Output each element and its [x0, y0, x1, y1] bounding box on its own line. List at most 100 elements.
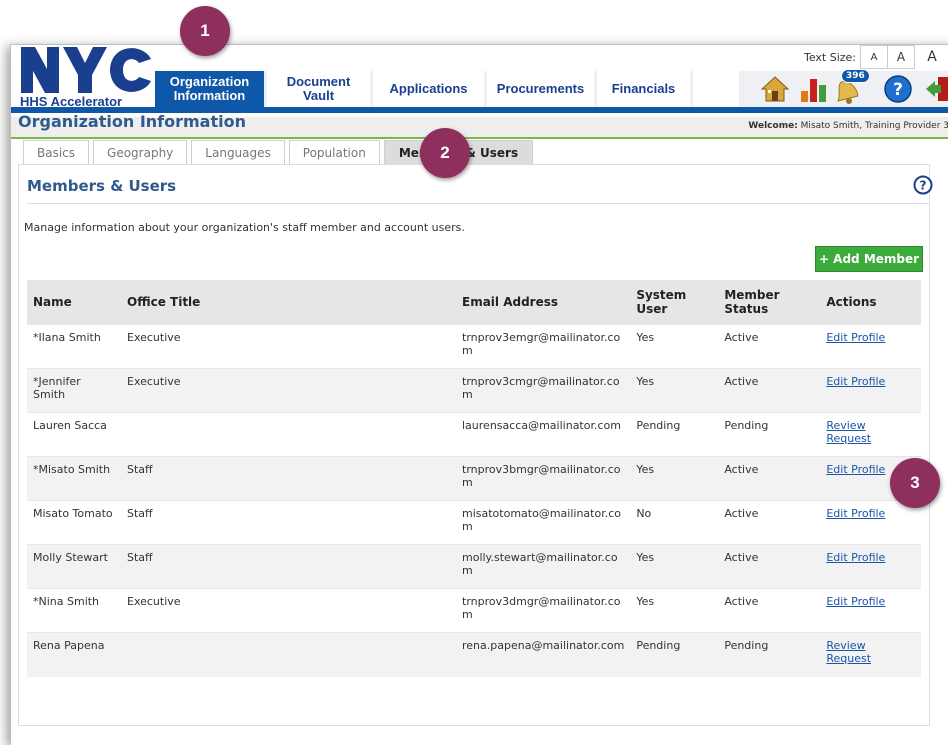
nav-label: Procurements: [496, 81, 585, 96]
member-title: Executive: [127, 375, 181, 388]
edit-profile-link[interactable]: Edit Profile: [826, 551, 885, 564]
member-system-user: Pending: [636, 639, 681, 652]
panel-description: Manage information about your organizati…: [24, 221, 465, 234]
member-title: Staff: [127, 507, 153, 520]
welcome-user: Misato Smith, Training Provider 3: [800, 121, 948, 131]
member-status: Active: [724, 375, 759, 388]
member-email: misatotomato@mailinator.com: [462, 507, 621, 533]
nav-tab-organization-information[interactable]: Organization Information: [155, 71, 267, 107]
header-icon-bar: 396 ?: [739, 69, 948, 107]
nav-label: Organization: [169, 74, 250, 89]
member-email: laurensacca@mailinator.com: [462, 419, 621, 432]
site-header: HHS Accelerator Organization Information …: [11, 45, 948, 116]
tab-basics[interactable]: Basics: [23, 140, 90, 164]
link-line: Request: [826, 652, 872, 665]
nav-label: Document: [286, 74, 351, 89]
link-line: Request: [826, 432, 872, 445]
edit-profile-link[interactable]: Edit Profile: [826, 331, 885, 344]
member-status: Active: [724, 595, 759, 608]
member-status: Active: [724, 551, 759, 564]
text-size-large-button[interactable]: A: [919, 46, 945, 68]
main-nav: Organization Information Document Vault Ap…: [155, 71, 693, 107]
nav-label: Vault: [302, 88, 335, 103]
column-header-member-status[interactable]: Member Status: [718, 280, 821, 325]
svg-text:?: ?: [893, 80, 903, 100]
member-email: trnprov3bmgr@mailinator.com: [462, 463, 621, 489]
member-title: Staff: [127, 463, 153, 476]
member-title: [121, 413, 456, 457]
review-request-link[interactable]: Review Request: [826, 419, 871, 445]
member-title: Staff: [127, 551, 153, 564]
bar-chart-icon[interactable]: [799, 75, 829, 103]
tab-geography[interactable]: Geography: [93, 140, 188, 164]
help-icon[interactable]: ?: [913, 175, 933, 195]
tab-languages[interactable]: Languages: [191, 140, 285, 164]
column-header-system-user[interactable]: System User: [630, 280, 719, 325]
member-title: Executive: [127, 331, 181, 344]
callout-marker-3: 3: [890, 458, 940, 508]
column-header-email[interactable]: Email Address: [456, 280, 631, 325]
column-header-actions: Actions: [820, 280, 921, 325]
help-icon[interactable]: ?: [883, 74, 913, 104]
page-title: Organization Information: [18, 112, 246, 131]
table-row: Misato Tomato Staff misatotomato@mailina…: [27, 500, 921, 545]
text-size-label: Text Size:: [803, 50, 856, 64]
member-email: trnprov3dmgr@mailinator.com: [462, 595, 621, 621]
member-system-user: Yes: [636, 595, 655, 608]
text-size-control: Text Size: A A A: [804, 45, 945, 69]
member-system-user: Yes: [636, 551, 655, 564]
table-row: *Nina Smith Executive trnprov3dmgr@maili…: [27, 588, 921, 633]
member-name: *Jennifer Smith: [33, 375, 81, 401]
member-system-user: Yes: [636, 375, 655, 388]
add-member-button[interactable]: + Add Member: [815, 246, 923, 272]
member-system-user: Pending: [636, 419, 681, 432]
members-table: Name Office Title Email Address System U…: [27, 280, 921, 677]
member-email: rena.papena@mailinator.com: [462, 639, 625, 652]
edit-profile-link[interactable]: Edit Profile: [826, 595, 885, 608]
member-name: Molly Stewart: [33, 551, 108, 564]
table-row: *Jennifer Smith Executive trnprov3cmgr@m…: [27, 368, 921, 413]
member-email: molly.stewart@mailinator.com: [462, 551, 618, 577]
member-status: Active: [724, 331, 759, 344]
link-line: Review: [826, 419, 866, 432]
nav-tab-financials[interactable]: Financials: [597, 71, 693, 107]
nav-tab-applications[interactable]: Applications: [373, 71, 487, 107]
nav-label: Applications: [389, 81, 468, 96]
member-name: Rena Papena: [33, 639, 105, 652]
member-name: *Ilana Smith: [33, 331, 101, 344]
nav-tab-procurements[interactable]: Procurements: [487, 71, 597, 107]
table-row: Rena Papena rena.papena@mailinator.com P…: [27, 632, 921, 677]
link-line: Review: [826, 639, 866, 652]
member-status: Active: [724, 507, 759, 520]
review-request-link[interactable]: Review Request: [826, 639, 871, 665]
text-size-medium-button[interactable]: A: [888, 45, 915, 69]
member-system-user: No: [636, 507, 652, 520]
nav-label: Financials: [611, 81, 676, 96]
member-title: [121, 633, 456, 677]
svg-text:?: ?: [920, 179, 927, 193]
callout-marker-1: 1: [180, 6, 230, 56]
member-system-user: Yes: [636, 331, 655, 344]
edit-profile-link[interactable]: Edit Profile: [826, 375, 885, 388]
table-header-row: Name Office Title Email Address System U…: [27, 280, 921, 325]
table-row: Molly Stewart Staff molly.stewart@mailin…: [27, 544, 921, 589]
member-name: *Nina Smith: [33, 595, 100, 608]
logout-icon[interactable]: [923, 75, 948, 103]
member-name: *Misato Smith: [33, 463, 111, 476]
member-title: Executive: [127, 595, 181, 608]
column-header-office-title[interactable]: Office Title: [121, 280, 456, 325]
nav-label: Information: [173, 88, 246, 103]
panel-divider: [27, 203, 929, 204]
edit-profile-link[interactable]: Edit Profile: [826, 507, 885, 520]
callout-marker-2: 2: [420, 128, 470, 178]
member-email: trnprov3cmgr@mailinator.com: [462, 375, 620, 401]
tab-population[interactable]: Population: [288, 140, 380, 164]
member-status: Pending: [724, 419, 769, 432]
member-name: Lauren Sacca: [33, 419, 107, 432]
home-icon[interactable]: [761, 75, 789, 103]
nav-tab-document-vault[interactable]: Document Vault: [267, 71, 373, 107]
text-size-small-button[interactable]: A: [860, 45, 888, 69]
edit-profile-link[interactable]: Edit Profile: [826, 463, 885, 476]
member-status: Pending: [724, 639, 769, 652]
column-header-name[interactable]: Name: [27, 280, 121, 325]
